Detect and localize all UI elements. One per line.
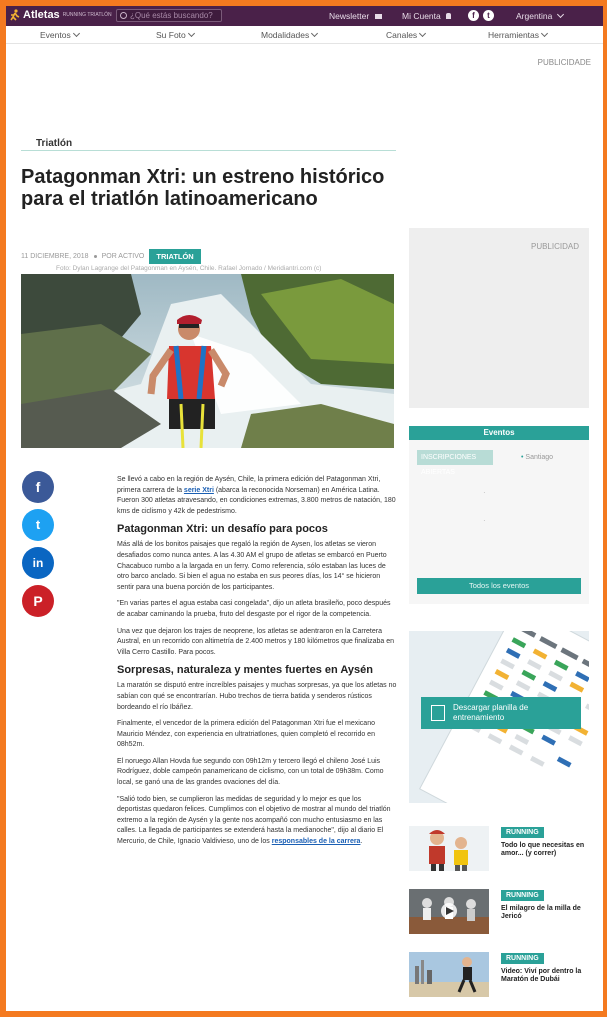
runner-logo-icon [10,9,20,21]
nav-su-foto[interactable]: Su Foto [156,29,195,40]
events-widget: Eventos INSCRIPCIONES ABIERTAS • Santiag… [409,426,589,604]
section-divider [21,150,396,151]
account-link[interactable]: Mi Cuenta [402,11,452,21]
loading-mark-icon: · [483,488,486,497]
section-label[interactable]: Triatlón [36,138,72,149]
facebook-top-icon[interactable]: f [468,10,479,21]
all-events-button[interactable]: Todos los eventos [417,578,581,594]
paragraph: Finalmente, el vencedor de la primera ed… [117,720,375,749]
article-body: Se llevó a cabo en la región de Aysén, C… [117,475,397,854]
responsables-link[interactable]: responsables de la carrera [272,838,361,845]
logo-subtext: RUNNING TRIATLÓN [62,12,112,18]
sidebar-ad[interactable]: PUBLICIDAD [409,228,589,408]
training-plan-banner[interactable]: Descargar planilla de entrenamiento [409,631,589,803]
events-filter-select[interactable]: INSCRIPCIONES ABIERTAS [417,450,493,476]
browser-frame: Atletas RUNNING TRIATLÓN Newsletter Mi C… [6,6,603,1011]
user-icon [446,13,452,19]
main-nav: Eventos Su Foto Modalidades Canales Herr… [6,26,603,44]
related-thumbnail[interactable] [409,952,489,997]
search-box[interactable] [116,9,222,22]
related-thumbnail[interactable] [409,889,489,934]
logo-text: Atletas [23,9,60,21]
pinterest-icon: P [33,593,43,609]
events-location-select[interactable]: • Santiago [517,450,581,465]
paragraph: Más allá de los bonitos paisajes que reg… [117,541,387,591]
events-location-label: Santiago [525,454,554,461]
document-download-icon [431,705,445,721]
paragraph: La maratón se disputó entre increíbles p… [117,682,397,711]
twitter-icon: t [35,517,41,532]
nav-label: Eventos [40,30,71,40]
events-title: Eventos [409,426,589,440]
related-thumbnail[interactable] [409,826,489,871]
related-tag[interactable]: RUNNING [501,953,544,964]
serie-xtri-link[interactable]: serie Xtri [184,487,214,494]
chevron-down-icon [540,29,549,38]
twitter-top-icon[interactable]: t [483,10,494,21]
newsletter-link[interactable]: Newsletter [329,11,382,21]
share-pinterest-button[interactable]: P [22,585,54,617]
facebook-icon: f [35,479,41,495]
subheading: Sorpresas, naturaleza y mentes fuertes e… [117,664,373,677]
nav-herramientas[interactable]: Herramientas [488,29,549,40]
related-item[interactable]: RUNNING Todo lo que necesitas en amor...… [409,826,589,872]
paragraph: Se llevó a cabo en la región de Aysén, C… [117,475,397,517]
subheading: Patagonman Xtri: un desafío para pocos [117,523,328,536]
photo-caption: Foto: Dylan Lagrange del Patagonman en A… [56,265,322,272]
related-title[interactable]: El milagro de la milla de Jericó [501,905,591,921]
article-author[interactable]: POR ACTIVO [102,253,145,260]
download-plan-label: Descargar planilla de entrenamiento [453,703,529,722]
ad-label: PUBLICIDAD [530,242,579,251]
nav-eventos[interactable]: Eventos [40,29,80,40]
related-title[interactable]: Todo lo que necesitas en amor... (y corr… [501,842,591,858]
article-meta: 11 DICIEMBRE, 2018 POR ACTIVO TRIATLÓN [21,249,201,264]
nav-canales[interactable]: Canales [386,29,427,40]
mail-icon [374,14,382,19]
download-plan-button[interactable]: Descargar planilla de entrenamiento [421,697,581,729]
paragraph: "En varias partes el agua estaba casi co… [117,600,391,618]
chevron-down-icon [556,10,564,19]
search-icon [120,12,127,19]
region-label: Argentina [516,11,553,21]
account-label: Mi Cuenta [402,11,441,21]
site-logo[interactable]: Atletas RUNNING TRIATLÓN [10,9,112,21]
meta-separator [93,255,97,258]
related-item[interactable]: RUNNING Video: Viví por dentro la Marató… [409,952,589,998]
nav-modalidades[interactable]: Modalidades [261,29,319,40]
category-tag[interactable]: TRIATLÓN [149,249,201,264]
related-item[interactable]: RUNNING El milagro de la milla de Jericó [409,889,589,935]
location-pin-icon: • [521,454,524,461]
chevron-down-icon [311,29,319,38]
search-input[interactable] [130,11,216,20]
nav-label: Su Foto [156,30,186,40]
linkedin-icon: in [32,556,44,570]
nav-label: Herramientas [488,30,540,40]
paragraph-text: . [360,838,363,846]
paragraph: "Salió todo bien, se cumplieron las medi… [117,795,397,848]
share-twitter-button[interactable]: t [22,509,54,541]
share-facebook-button[interactable]: f [22,471,54,503]
newsletter-label: Newsletter [329,11,370,21]
ad-label-top: PUBLICIDADE [537,58,591,67]
article-title: Patagonman Xtri: un estreno histórico pa… [21,166,385,210]
share-linkedin-button[interactable]: in [22,547,54,579]
related-tag[interactable]: RUNNING [501,827,544,838]
related-tag[interactable]: RUNNING [501,890,544,901]
article-date: 11 DICIEMBRE, 2018 [21,253,89,260]
paragraph: Una vez que dejaron los trajes de neopre… [117,627,395,656]
nav-label: Modalidades [261,30,310,40]
top-bar: Atletas RUNNING TRIATLÓN Newsletter Mi C… [6,6,603,26]
nav-label: Canales [386,30,418,40]
loading-mark-icon: · [483,516,486,525]
chevron-down-icon [187,29,195,38]
chevron-down-icon [72,29,80,38]
chevron-down-icon [419,29,427,38]
related-title[interactable]: Video: Viví por dentro la Maratón de Dub… [501,968,591,984]
paragraph: El noruego Allan Hovda fue segundo con 0… [117,757,384,787]
region-selector[interactable]: Argentina [516,10,564,21]
article-photo [21,274,394,448]
